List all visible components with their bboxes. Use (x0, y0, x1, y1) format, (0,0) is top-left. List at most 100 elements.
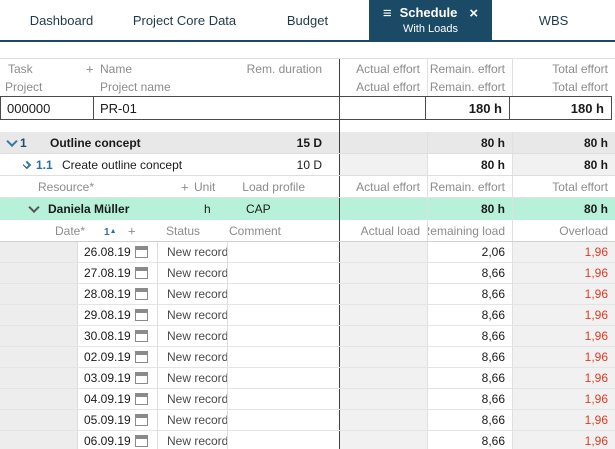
project-name-value: PR-01 (100, 100, 137, 116)
resource-column-header: Resource* (38, 179, 95, 194)
spacer (0, 120, 615, 132)
date-cell[interactable]: 28.08.19 (78, 284, 158, 304)
add-task-button[interactable]: + (86, 61, 94, 76)
actual-load-cell[interactable] (340, 410, 427, 430)
total-effort-column-header: Total effort (512, 59, 615, 78)
project-actual-effort-cell[interactable] (339, 96, 426, 120)
add-load-row-button[interactable]: + (128, 223, 136, 238)
project-name-column-header: Project name (100, 80, 171, 94)
remaining-load-cell[interactable]: 2,06 (427, 242, 512, 262)
tab-schedule-sublabel: With Loads (402, 22, 459, 35)
actual-load-cell[interactable] (340, 389, 427, 409)
overload-cell: 1,96 (512, 242, 615, 262)
date-cell[interactable]: 27.08.19 (78, 263, 158, 283)
tab-project-core-data[interactable]: Project Core Data (123, 0, 246, 40)
remaining-load-cell[interactable]: 8,66 (427, 305, 512, 325)
comment-cell[interactable] (228, 305, 339, 325)
tab-schedule[interactable]: ≡ Schedule × With Loads (369, 0, 492, 40)
remaining-load-cell[interactable]: 8,66 (427, 326, 512, 346)
calendar-icon[interactable] (135, 330, 148, 342)
resource-load-profile: CAP (246, 202, 271, 216)
project-total-effort-cell[interactable]: 180 h (509, 96, 612, 120)
date-cell[interactable]: 02.09.19 (78, 347, 158, 367)
calendar-icon[interactable] (135, 414, 148, 426)
actual-load-cell[interactable] (340, 305, 427, 325)
date-value: 02.09.19 (84, 350, 131, 364)
remaining-load-cell[interactable]: 8,66 (427, 410, 512, 430)
remaining-load-cell[interactable]: 8,66 (427, 389, 512, 409)
comment-cell[interactable] (228, 263, 339, 283)
actual-load-cell[interactable] (340, 263, 427, 283)
comment-cell[interactable] (228, 242, 339, 262)
expand-icon[interactable] (22, 160, 32, 169)
date-cell[interactable]: 26.08.19 (78, 242, 158, 262)
comment-cell[interactable] (228, 326, 339, 346)
tab-dashboard[interactable]: Dashboard (0, 0, 123, 40)
comment-cell[interactable] (228, 389, 339, 409)
collapse-icon[interactable] (6, 135, 18, 147)
actual-load-cell[interactable] (340, 431, 427, 449)
task-row[interactable]: 1 Outline concept 15 D 80 h 80 h (0, 132, 615, 154)
actual-load-cell[interactable] (340, 368, 427, 388)
task-wbs-number: 1.1 (36, 157, 53, 172)
status-value: New record (167, 266, 228, 280)
actual-load-cell[interactable] (340, 347, 427, 367)
task-wbs-number: 1 (20, 135, 27, 150)
row-indent (0, 389, 78, 409)
calendar-icon[interactable] (135, 435, 148, 447)
status-value: New record (167, 413, 228, 427)
date-cell[interactable]: 04.09.19 (78, 389, 158, 409)
menu-icon[interactable]: ≡ (383, 5, 392, 22)
task-actual-effort (340, 132, 427, 153)
calendar-icon[interactable] (135, 393, 148, 405)
collapse-icon[interactable] (28, 201, 40, 214)
tab-budget[interactable]: Budget (246, 0, 369, 40)
status-value: New record (167, 371, 228, 385)
calendar-icon[interactable] (135, 351, 148, 363)
date-cell[interactable]: 29.08.19 (78, 305, 158, 325)
calendar-icon[interactable] (135, 267, 148, 279)
load-row: 05.09.19 New record 8,66 1,96 (0, 410, 615, 431)
comment-cell[interactable] (228, 284, 339, 304)
sort-indicator[interactable]: 1▲ (104, 224, 117, 238)
project-remain-effort-cell[interactable]: 180 h (425, 96, 510, 120)
remaining-load-cell[interactable]: 8,66 (427, 347, 512, 367)
comment-cell[interactable] (228, 431, 339, 449)
date-cell[interactable]: 30.08.19 (78, 326, 158, 346)
add-resource-button[interactable]: + (181, 179, 189, 194)
project-row: 000000 PR-01 180 h 180 h (0, 96, 615, 120)
overload-cell: 1,96 (512, 389, 615, 409)
remaining-load-cell[interactable]: 8,66 (427, 284, 512, 304)
remain-effort-column-header: Remain. effort (427, 78, 512, 96)
calendar-icon[interactable] (135, 288, 148, 300)
schedule-window: Dashboard Project Core Data Budget ≡ Sch… (0, 0, 615, 449)
date-value: 03.09.19 (84, 371, 131, 385)
comment-cell[interactable] (228, 410, 339, 430)
remaining-load-cell[interactable]: 8,66 (427, 431, 512, 449)
date-value: 05.09.19 (84, 413, 131, 427)
remaining-load-cell[interactable]: 8,66 (427, 263, 512, 283)
load-rows: 26.08.19 New record 2,06 1,96 27.08.19 N (0, 242, 615, 449)
comment-cell[interactable] (228, 347, 339, 367)
close-tab-icon[interactable]: × (469, 5, 478, 22)
comment-cell[interactable] (228, 368, 339, 388)
remaining-load-cell[interactable]: 8,66 (427, 368, 512, 388)
load-row: 29.08.19 New record 8,66 1,96 (0, 305, 615, 326)
actual-load-cell[interactable] (340, 326, 427, 346)
date-cell[interactable]: 03.09.19 (78, 368, 158, 388)
date-cell[interactable]: 05.09.19 (78, 410, 158, 430)
project-name-cell[interactable]: PR-01 (93, 96, 340, 120)
project-id-cell[interactable]: 000000 (0, 96, 94, 120)
task-name: Outline concept (50, 135, 141, 150)
calendar-icon[interactable] (135, 309, 148, 321)
actual-load-cell[interactable] (340, 242, 427, 262)
actual-load-cell[interactable] (340, 284, 427, 304)
calendar-icon[interactable] (135, 372, 148, 384)
overload-cell: 1,96 (512, 347, 615, 367)
status-cell: New record (158, 242, 228, 262)
resource-row[interactable]: Daniela Müller h CAP 80 h 80 h (0, 198, 615, 220)
date-cell[interactable]: 06.09.19 (78, 431, 158, 449)
calendar-icon[interactable] (135, 246, 148, 258)
tab-wbs[interactable]: WBS (492, 0, 615, 40)
task-row[interactable]: 1.1 Create outline concept 10 D 80 h 80 … (0, 154, 615, 176)
